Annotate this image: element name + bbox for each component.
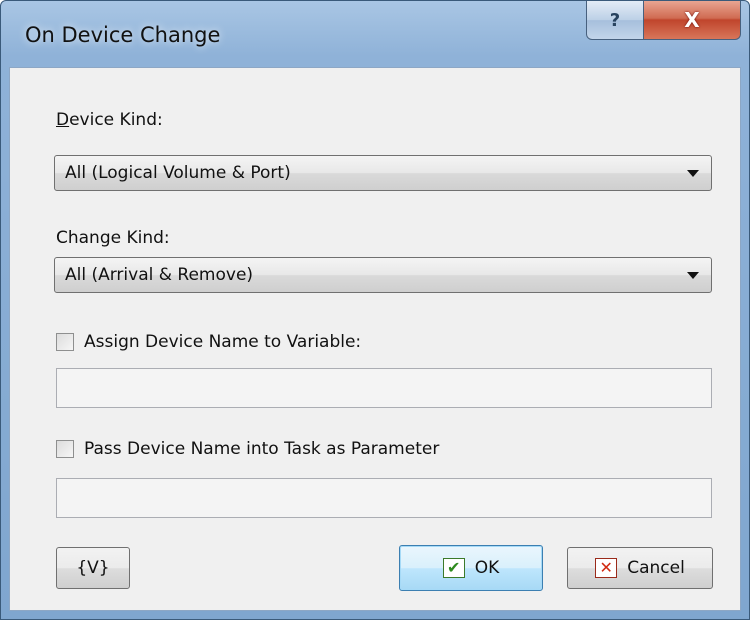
ok-button[interactable]: ✔ OK (399, 545, 543, 591)
change-kind-value: All (Arrival & Remove) (65, 265, 254, 285)
dialog-body: Device Kind: All (Logical Volume & Port)… (9, 67, 741, 611)
caption-buttons: ? X (586, 1, 741, 40)
ok-button-label: OK (474, 558, 500, 578)
close-button[interactable]: X (644, 1, 741, 40)
variables-button[interactable]: {V} (56, 547, 130, 589)
pass-parameter-label: Pass Device Name into Task as Parameter (84, 439, 440, 459)
checkmark-icon: ✔ (442, 558, 465, 578)
variables-button-label: {V} (76, 558, 110, 578)
dialog-window: On Device Change ? X Device Kind: All (L… (0, 0, 750, 620)
window-title: On Device Change (25, 23, 221, 47)
help-button[interactable]: ? (586, 1, 644, 40)
title-bar[interactable]: On Device Change ? X (1, 1, 749, 67)
variable-name-input[interactable] (56, 368, 712, 408)
help-icon: ? (609, 9, 621, 31)
change-kind-select[interactable]: All (Arrival & Remove) (54, 257, 712, 293)
pass-parameter-checkbox[interactable] (56, 440, 74, 458)
device-kind-select[interactable]: All (Logical Volume & Port) (54, 155, 712, 191)
cancel-button[interactable]: ✕ Cancel (567, 547, 713, 589)
change-kind-label: Change Kind: (56, 228, 170, 248)
parameter-name-input[interactable] (56, 478, 712, 518)
chevron-down-icon (687, 272, 699, 279)
device-kind-value: All (Logical Volume & Port) (65, 163, 291, 183)
assign-variable-checkbox[interactable] (56, 333, 74, 351)
close-icon: X (684, 8, 700, 32)
assign-variable-checkbox-row[interactable]: Assign Device Name to Variable: (56, 332, 361, 352)
device-kind-label: Device Kind: (56, 110, 163, 130)
chevron-down-icon (687, 170, 699, 177)
cancel-x-icon: ✕ (595, 558, 618, 578)
cancel-button-label: Cancel (627, 558, 685, 578)
assign-variable-label: Assign Device Name to Variable: (84, 332, 362, 352)
pass-parameter-checkbox-row[interactable]: Pass Device Name into Task as Parameter (56, 439, 439, 459)
